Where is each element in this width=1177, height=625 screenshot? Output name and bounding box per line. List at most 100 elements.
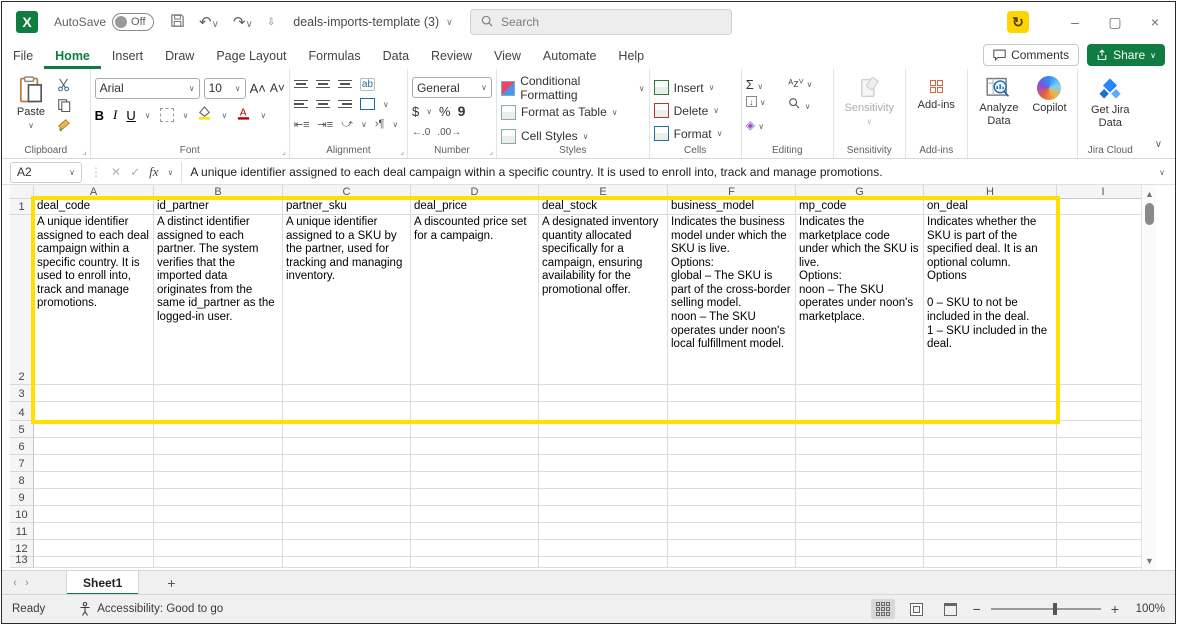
redo-icon[interactable]: ↷∨ (233, 13, 253, 31)
cell-F3[interactable] (668, 385, 796, 402)
cell-G8[interactable] (796, 472, 924, 489)
minimize-button[interactable]: – (1055, 2, 1095, 42)
cell-E12[interactable] (539, 540, 668, 557)
cell-A4[interactable] (34, 402, 154, 421)
zoom-slider-thumb[interactable] (1053, 603, 1057, 615)
row-header-6[interactable]: 6 (10, 438, 34, 455)
cell-G6[interactable] (796, 438, 924, 455)
cell-C4[interactable] (283, 402, 411, 421)
decrease-font-icon[interactable]: A˅ (270, 81, 285, 95)
cell-I5[interactable] (1057, 421, 1150, 438)
ribbon-tab-page-layout[interactable]: Page Layout (205, 45, 297, 69)
cell-C8[interactable] (283, 472, 411, 489)
cell-F9[interactable] (668, 489, 796, 506)
cell-A13[interactable] (34, 557, 154, 568)
autosum-button[interactable]: Σ ∨ (746, 77, 787, 92)
cell-B8[interactable] (154, 472, 283, 489)
addins-button[interactable]: Add-ins (910, 73, 963, 112)
cell-A3[interactable] (34, 385, 154, 402)
format-as-table-button[interactable]: Format as Table∨ (501, 101, 645, 123)
ribbon-tab-data[interactable]: Data (372, 45, 420, 69)
scroll-down-icon[interactable]: ▼ (1145, 556, 1154, 566)
cell-D8[interactable] (411, 472, 539, 489)
formula-content[interactable]: A unique identifier assigned to each dea… (181, 162, 1149, 183)
cell-G5[interactable] (796, 421, 924, 438)
cell-I10[interactable] (1057, 506, 1150, 523)
cell-F12[interactable] (668, 540, 796, 557)
cell-B7[interactable] (154, 455, 283, 472)
cell-A8[interactable] (34, 472, 154, 489)
cell-F13[interactable] (668, 557, 796, 568)
cell-D4[interactable] (411, 402, 539, 421)
cell-E13[interactable] (539, 557, 668, 568)
name-box[interactable]: A2∨ (10, 162, 82, 183)
account-avatar[interactable]: ↻ (1007, 11, 1029, 33)
ribbon-tab-formulas[interactable]: Formulas (298, 45, 372, 69)
cell-F1[interactable]: business_model (668, 199, 796, 215)
merge-center-icon[interactable] (360, 98, 375, 110)
cell-A7[interactable] (34, 455, 154, 472)
column-header-F[interactable]: F (668, 185, 796, 199)
select-all-corner[interactable] (10, 185, 34, 199)
number-format-combo[interactable]: General∨ (412, 77, 492, 98)
format-painter-icon[interactable] (56, 117, 72, 133)
cell-D5[interactable] (411, 421, 539, 438)
cell-A10[interactable] (34, 506, 154, 523)
next-sheet-icon[interactable]: › (14, 577, 40, 589)
column-header-D[interactable]: D (411, 185, 539, 199)
row-header-2[interactable]: 2 (10, 215, 34, 385)
cell-C3[interactable] (283, 385, 411, 402)
insert-cells-button[interactable]: Insert∨ (654, 77, 723, 98)
cell-H13[interactable] (924, 557, 1057, 568)
cell-B4[interactable] (154, 402, 283, 421)
row-header-4[interactable]: 4 (10, 402, 34, 421)
cell-H11[interactable] (924, 523, 1057, 540)
cell-D13[interactable] (411, 557, 539, 568)
fill-button[interactable]: ↓ ∨ (746, 96, 787, 114)
font-color-icon[interactable]: A (236, 105, 251, 125)
search-input[interactable]: Search (470, 9, 732, 35)
cell-I13[interactable] (1057, 557, 1150, 568)
cell-F7[interactable] (668, 455, 796, 472)
cell-C9[interactable] (283, 489, 411, 506)
ribbon-collapse-chevron-icon[interactable]: ∨ (1155, 139, 1162, 150)
cell-F5[interactable] (668, 421, 796, 438)
cell-B5[interactable] (154, 421, 283, 438)
cell-D6[interactable] (411, 438, 539, 455)
percent-format-icon[interactable]: % (439, 104, 451, 119)
cell-B12[interactable] (154, 540, 283, 557)
row-header-7[interactable]: 7 (10, 455, 34, 472)
share-button[interactable]: Share ∨ (1087, 44, 1165, 66)
borders-icon[interactable] (160, 108, 174, 122)
autosave-control[interactable]: AutoSave Off (54, 13, 154, 31)
insert-function-icon[interactable]: fx (149, 164, 158, 180)
middle-align-icon[interactable] (316, 80, 330, 89)
cell-G1[interactable]: mp_code (796, 199, 924, 215)
cell-G9[interactable] (796, 489, 924, 506)
cell-D1[interactable]: deal_price (411, 199, 539, 215)
text-direction-icon[interactable]: ›¶ (375, 118, 385, 130)
cell-D2[interactable]: A discounted price set for a campaign. (411, 215, 539, 385)
cell-I2[interactable] (1057, 215, 1150, 385)
delete-cells-button[interactable]: Delete∨ (654, 100, 723, 121)
cell-C13[interactable] (283, 557, 411, 568)
cell-I9[interactable] (1057, 489, 1150, 506)
increase-decimal-icon[interactable]: ←.0 (412, 127, 430, 138)
cell-C2[interactable]: A unique identifier assigned to a SKU by… (283, 215, 411, 385)
ribbon-tab-draw[interactable]: Draw (154, 45, 205, 69)
cell-E11[interactable] (539, 523, 668, 540)
cell-C5[interactable] (283, 421, 411, 438)
cell-D9[interactable] (411, 489, 539, 506)
cell-D10[interactable] (411, 506, 539, 523)
ribbon-tab-file[interactable]: File (2, 45, 44, 69)
cell-G12[interactable] (796, 540, 924, 557)
cell-I4[interactable] (1057, 402, 1150, 421)
formula-bar-expand-icon[interactable]: ∨ (1159, 168, 1165, 177)
number-dialog-launcher-icon[interactable]: ⌟ (489, 147, 493, 156)
cell-H4[interactable] (924, 402, 1057, 421)
cell-H7[interactable] (924, 455, 1057, 472)
copy-icon[interactable] (56, 97, 72, 113)
cell-H6[interactable] (924, 438, 1057, 455)
cell-C12[interactable] (283, 540, 411, 557)
vertical-scroll-thumb[interactable] (1145, 203, 1154, 225)
